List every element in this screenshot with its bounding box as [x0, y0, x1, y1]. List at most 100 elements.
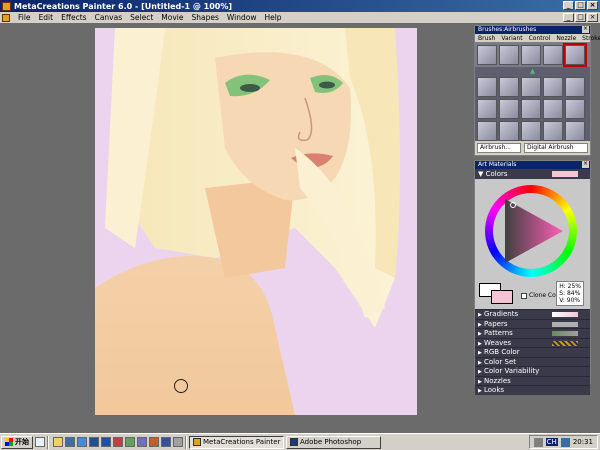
quicklaunch-outlook-icon[interactable] — [89, 437, 99, 447]
quicklaunch-misc-icon[interactable] — [173, 437, 183, 447]
quicklaunch-explorer-icon[interactable] — [137, 437, 147, 447]
section-label: Weaves — [484, 338, 512, 347]
menu-select[interactable]: Select — [126, 13, 157, 22]
task-painter[interactable]: MetaCreations Painter 6.... — [189, 435, 284, 449]
charcoal-icon[interactable] — [499, 99, 519, 119]
art-materials-title: Art Materials — [478, 161, 517, 168]
menu-shapes[interactable]: Shapes — [187, 13, 222, 22]
section-nozzles[interactable]: ▶ Nozzles — [475, 375, 590, 385]
menu-file[interactable]: File — [14, 13, 35, 22]
menu-edit[interactable]: Edit — [35, 13, 58, 22]
document-icon[interactable] — [2, 13, 10, 22]
crayon-brush-icon[interactable] — [499, 45, 519, 65]
section-gradients[interactable]: ▶ Gradients — [475, 309, 590, 319]
start-label: 开始 — [15, 438, 29, 446]
brushes-tab-variant[interactable]: Variant — [498, 34, 525, 42]
taskbar-separator — [47, 435, 49, 449]
volume-icon[interactable] — [533, 437, 543, 447]
menu-window[interactable]: Window — [223, 13, 261, 22]
ie-icon[interactable] — [35, 437, 45, 447]
art-materials-close-icon[interactable]: × — [582, 161, 589, 168]
brushes-tab-control[interactable]: Control — [526, 34, 554, 42]
section-label: Gradients — [484, 310, 519, 318]
quicklaunch-ie-icon[interactable] — [77, 437, 87, 447]
felt-pen-icon[interactable] — [477, 99, 497, 119]
brush-variant-dropdown[interactable]: Digital Airbrush — [524, 143, 588, 153]
paintbrush-icon[interactable] — [521, 45, 541, 65]
brushes-tab-brush[interactable]: Brush — [475, 34, 498, 42]
quicklaunch-folder-icon[interactable] — [53, 437, 63, 447]
liquid-icon[interactable] — [565, 77, 585, 97]
doc-restore-button[interactable]: □ — [575, 13, 586, 22]
brushes-tab-nozzle[interactable]: Nozzle — [553, 34, 579, 42]
section-weaves[interactable]: ▶ Weaves — [475, 337, 590, 347]
brush-icon[interactable] — [543, 121, 563, 141]
window-title-bar[interactable]: MetaCreations Painter 6.0 - [Untitled-1 … — [0, 0, 600, 12]
cloner-icon[interactable] — [499, 77, 519, 97]
quicklaunch-app-icon[interactable] — [125, 437, 135, 447]
saturation-value-triangle[interactable] — [493, 193, 569, 269]
airbrush-selected-icon[interactable] — [563, 43, 587, 67]
image-hose-icon[interactable] — [477, 77, 497, 97]
doc-close-button[interactable]: × — [587, 13, 598, 22]
pencil-brush-icon[interactable] — [477, 45, 497, 65]
maximize-button[interactable]: □ — [575, 1, 586, 10]
task-photoshop[interactable]: Adobe Photoshop — [286, 435, 381, 449]
section-color-variability[interactable]: ▶ Color Variability — [475, 366, 590, 376]
brushes-palette-title-bar[interactable]: Brushes:Airbrushes × — [475, 26, 590, 34]
secondary-color-swatch[interactable] — [491, 290, 513, 304]
eraser-icon[interactable] — [543, 99, 563, 119]
colors-section-header[interactable]: ▼ Colors — [475, 169, 590, 179]
art-materials-title-bar[interactable]: Art Materials × — [475, 161, 590, 169]
ime-indicator[interactable]: CH — [545, 438, 558, 446]
weaves-swatch — [552, 340, 578, 346]
close-button[interactable]: × — [587, 1, 598, 10]
brush-variant-row: Airbrush... Digital Airbrush — [475, 141, 590, 155]
section-papers[interactable]: ▶ Papers — [475, 318, 590, 328]
hsv-readout: H: 25% S: 84% V: 90% — [556, 281, 584, 306]
brushes-palette-close-icon[interactable]: × — [582, 26, 589, 33]
menu-canvas[interactable]: Canvas — [91, 13, 127, 22]
hue-ring[interactable] — [485, 185, 577, 277]
brush-drawer-toggle-icon[interactable]: ▲ — [475, 67, 590, 75]
marker-icon[interactable] — [499, 121, 519, 141]
painting-canvas[interactable] — [95, 28, 417, 415]
network-icon[interactable] — [560, 437, 570, 447]
dodge-icon[interactable] — [565, 99, 585, 119]
clone-color-checkbox[interactable] — [521, 292, 527, 299]
brushes-palette-title: Brushes:Airbrushes — [478, 26, 537, 33]
quicklaunch-photoshop-icon[interactable] — [161, 437, 171, 447]
water-icon[interactable] — [565, 121, 585, 141]
painter-task-icon — [193, 438, 201, 446]
quicklaunch-desktop-icon[interactable] — [65, 437, 75, 447]
painter-app-icon[interactable] — [2, 1, 11, 11]
quicklaunch-word-icon[interactable] — [101, 437, 111, 447]
pen-icon[interactable] — [477, 121, 497, 141]
section-color-set[interactable]: ▶ Color Set — [475, 356, 590, 366]
menu-help[interactable]: Help — [260, 13, 285, 22]
oil-icon[interactable] — [521, 121, 541, 141]
effects-icon[interactable] — [521, 77, 541, 97]
brushes-menu: Brush Variant Control Nozzle Stroke — [475, 34, 600, 43]
quicklaunch-media-icon[interactable] — [113, 437, 123, 447]
chalk-brush-icon[interactable] — [543, 45, 563, 65]
clock[interactable]: 20:31 — [573, 438, 593, 446]
section-looks[interactable]: ▶ Looks — [475, 385, 590, 395]
papers-swatch — [552, 321, 578, 327]
minimize-button[interactable]: _ — [563, 1, 574, 10]
task-painter-label: MetaCreations Painter 6.... — [203, 438, 283, 446]
quicklaunch-painter-icon[interactable] — [149, 437, 159, 447]
start-button[interactable]: 开始 — [1, 435, 33, 449]
watercolor-icon[interactable] — [543, 77, 563, 97]
menu-effects[interactable]: Effects — [57, 13, 91, 22]
brush-category-dropdown[interactable]: Airbrush... — [477, 143, 521, 153]
menu-movie[interactable]: Movie — [157, 13, 187, 22]
window-controls: _ □ × — [563, 1, 598, 10]
section-rgb-color[interactable]: ▶ RGB Color — [475, 347, 590, 357]
section-label: Color Set — [484, 357, 516, 366]
pastel-icon[interactable] — [521, 99, 541, 119]
section-patterns[interactable]: ▶ Patterns — [475, 328, 590, 338]
brushes-tab-stroke[interactable]: Stroke — [579, 34, 600, 42]
doc-minimize-button[interactable]: _ — [563, 13, 574, 22]
saturation-value: S: 84% — [559, 290, 581, 297]
